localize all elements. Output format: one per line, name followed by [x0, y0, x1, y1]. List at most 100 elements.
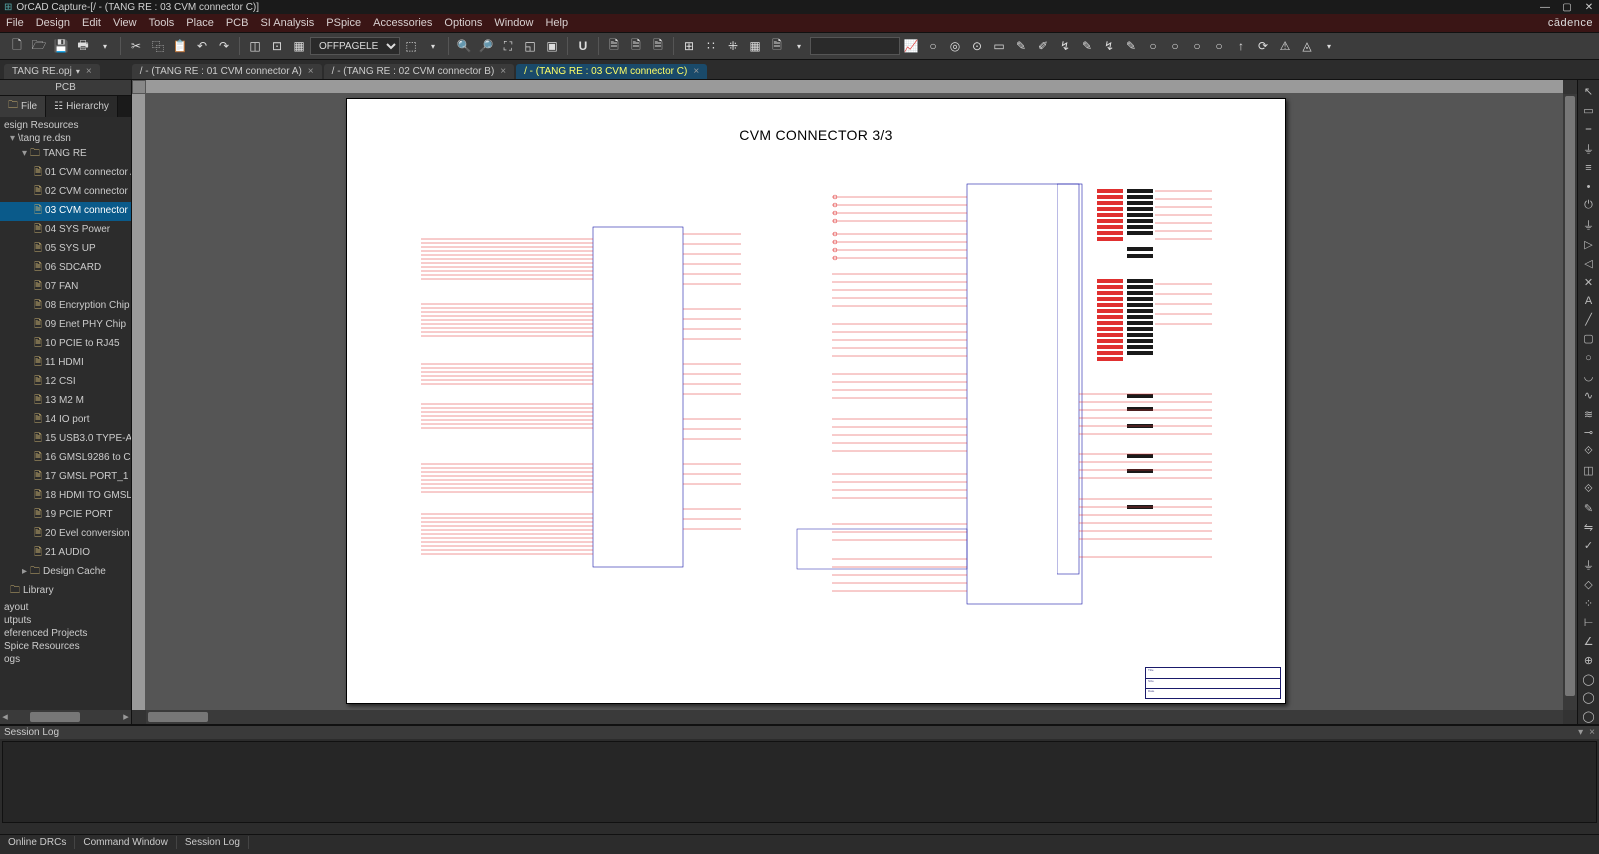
image-tool-icon[interactable]: ◫ [1581, 463, 1597, 478]
part-tool-icon[interactable]: ▭ [1581, 103, 1597, 118]
tree-page[interactable]: 🗎14 IO port [0, 411, 131, 430]
rect-icon[interactable]: ▭ [990, 37, 1008, 55]
save-icon[interactable]: 💾 [52, 37, 70, 55]
select-tool-icon[interactable]: ↖ [1581, 84, 1597, 99]
tree-root[interactable]: esign Resources [0, 119, 131, 132]
tree-page[interactable]: 🗎13 M2 M [0, 392, 131, 411]
chart-icon[interactable]: 📈 [902, 37, 920, 55]
canvas-vscroll[interactable] [1563, 94, 1577, 710]
sidebar-tab-file[interactable]: 🗀File [0, 96, 46, 117]
edit6-icon[interactable]: ✎ [1122, 37, 1140, 55]
minimize-button[interactable]: — [1539, 2, 1551, 13]
bookmark-tool-icon[interactable]: ⟐ [1581, 482, 1597, 497]
arc-tool-icon[interactable]: ◡ [1581, 369, 1597, 384]
tree-dsn[interactable]: ▾\tang re.dsn [0, 132, 131, 145]
text-tool-icon[interactable]: A [1581, 294, 1597, 309]
tree-page[interactable]: 🗎04 SYS Power [0, 221, 131, 240]
power-tool-icon[interactable]: ⏻ [1581, 198, 1597, 213]
new-icon[interactable]: 🗋 [8, 37, 26, 55]
menu-accessories[interactable]: Accessories [373, 17, 432, 29]
tree-schematic-root[interactable]: ▾🗀TANG RE [0, 145, 131, 164]
report-icon[interactable]: 🗎 [768, 37, 786, 55]
session-log-body[interactable] [2, 741, 1597, 823]
close-icon[interactable]: × [500, 66, 506, 77]
doc2-icon[interactable]: 🗎 [627, 37, 645, 55]
panel-close-icon[interactable]: × [1589, 727, 1595, 738]
edit4-icon[interactable]: ✎ [1078, 37, 1096, 55]
canvas-hscroll[interactable] [146, 710, 1563, 724]
line-tool-icon[interactable]: ╱ [1581, 312, 1597, 327]
tree-page[interactable]: 🗎19 PCIE PORT [0, 506, 131, 525]
open-icon[interactable]: 🗁 [30, 37, 48, 55]
shape4-icon[interactable]: ○ [1210, 37, 1228, 55]
tool-c-icon[interactable]: ▦ [290, 37, 308, 55]
close-icon[interactable]: × [86, 66, 92, 77]
crosshair-tool-icon[interactable]: ⊕ [1581, 653, 1597, 668]
dropdown4-icon[interactable]: ▾ [1320, 37, 1338, 55]
undo-icon[interactable]: ↶ [193, 37, 211, 55]
tree-page[interactable]: 🗎10 PCIE to RJ45 [0, 335, 131, 354]
misc1-tool-icon[interactable]: ◯ [1581, 672, 1597, 687]
tree-page[interactable]: 🗎16 GMSL9286 to CSI2 [0, 449, 131, 468]
schematic-canvas[interactable]: CVM CONNECTOR 3/3 [146, 94, 1563, 710]
shape1-icon[interactable]: ○ [1144, 37, 1162, 55]
shape2-icon[interactable]: ○ [1166, 37, 1184, 55]
snap-icon[interactable]: ∷ [702, 37, 720, 55]
tree-page[interactable]: 🗎11 HDMI [0, 354, 131, 373]
mirror-tool-icon[interactable]: ⇋ [1581, 520, 1597, 535]
tree-other[interactable]: Spice Resources [0, 640, 131, 653]
redo-icon[interactable]: ↷ [215, 37, 233, 55]
sidebar-hscroll[interactable]: ◂ ▸ [0, 710, 131, 724]
misc3-tool-icon[interactable]: ◯ [1581, 709, 1597, 724]
tree-page[interactable]: 🗎18 HDMI TO GMSL [0, 487, 131, 506]
circle1-icon[interactable]: ○ [924, 37, 942, 55]
tree-design-cache[interactable]: ▸🗀Design Cache [0, 563, 131, 582]
measure-tool-icon[interactable]: ⟐ [1581, 444, 1597, 459]
validate-tool-icon[interactable]: ✓ [1581, 539, 1597, 554]
tree-other[interactable]: utputs [0, 614, 131, 627]
magnet-icon[interactable]: U [574, 37, 592, 55]
misc2-tool-icon[interactable]: ◯ [1581, 690, 1597, 705]
orthogonal-tool-icon[interactable]: ⊢ [1581, 615, 1597, 630]
tree-library[interactable]: 🗀Library [0, 582, 131, 601]
tree-other[interactable]: ayout [0, 601, 131, 614]
edit1-icon[interactable]: ✎ [1012, 37, 1030, 55]
tab-project[interactable]: TANG RE.opj▾× [4, 64, 100, 79]
snapangle-tool-icon[interactable]: ∠ [1581, 634, 1597, 649]
edit3-icon[interactable]: ↯ [1056, 37, 1074, 55]
copy-icon[interactable]: ⿻ [149, 37, 167, 55]
cut-icon[interactable]: ✂ [127, 37, 145, 55]
ref-icon[interactable]: ⁜ [724, 37, 742, 55]
noerc-tool-icon[interactable]: ✕ [1581, 275, 1597, 290]
tree-page[interactable]: 🗎20 Evel conversion [0, 525, 131, 544]
tree-page[interactable]: 🗎08 Encryption Chip [0, 297, 131, 316]
tag-tool-icon[interactable]: ◇ [1581, 577, 1597, 592]
ground-tool-icon[interactable]: ⏚ [1581, 217, 1597, 233]
offpage-tool-icon[interactable]: ◁ [1581, 256, 1597, 271]
net-tool-icon[interactable]: ⏚ [1581, 141, 1597, 157]
ellipse-tool-icon[interactable]: ○ [1581, 350, 1597, 365]
menu-view[interactable]: View [113, 17, 137, 29]
edit2-icon[interactable]: ✐ [1034, 37, 1052, 55]
grid-icon[interactable]: ⊞ [680, 37, 698, 55]
schematic-page[interactable]: CVM CONNECTOR 3/3 [346, 98, 1286, 704]
polyline-tool-icon[interactable]: ∿ [1581, 388, 1597, 403]
bus-tool-icon[interactable]: ≡ [1581, 161, 1597, 176]
filter-icon[interactable]: ◬ [1298, 37, 1316, 55]
dropdown3-icon[interactable]: ▾ [790, 37, 808, 55]
menu-help[interactable]: Help [545, 17, 568, 29]
project-tree[interactable]: esign Resources ▾\tang re.dsn ▾🗀TANG RE … [0, 117, 131, 710]
pin-tool-icon[interactable]: ⊸ [1581, 426, 1597, 441]
menu-file[interactable]: File [6, 17, 24, 29]
edit5-icon[interactable]: ↯ [1100, 37, 1118, 55]
maximize-button[interactable]: ▢ [1561, 2, 1573, 13]
tree-page[interactable]: 🗎17 GMSL PORT_1 [0, 468, 131, 487]
rect-tool-icon[interactable]: ▢ [1581, 331, 1597, 346]
tree-page[interactable]: 🗎12 CSI [0, 373, 131, 392]
status-tab-cmd[interactable]: Command Window [75, 836, 176, 849]
menu-pcb[interactable]: PCB [226, 17, 249, 29]
search-input[interactable] [810, 37, 900, 55]
port-tool-icon[interactable]: ▷ [1581, 237, 1597, 252]
paste-icon[interactable]: 📋 [171, 37, 189, 55]
dropdown-arrow-icon[interactable]: ▾ [96, 37, 114, 55]
